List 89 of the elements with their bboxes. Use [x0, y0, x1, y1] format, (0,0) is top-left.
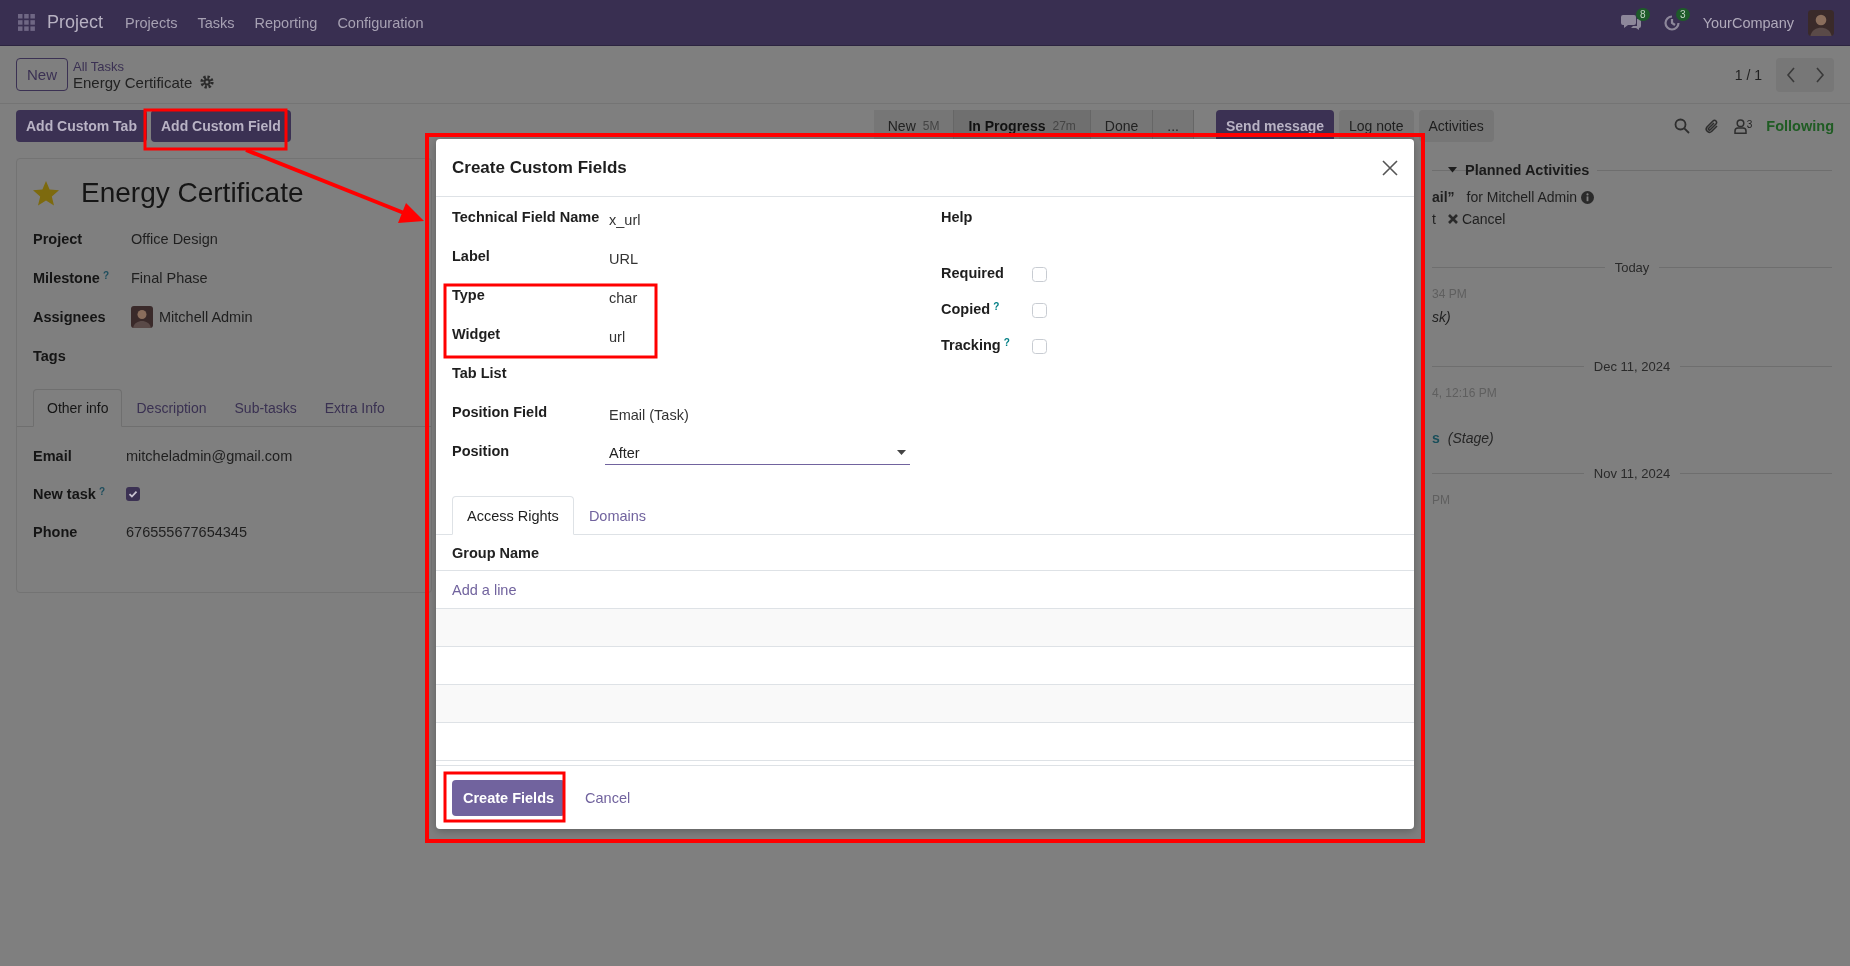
action-button[interactable]: Add Custom Field — [150, 110, 291, 142]
create-button[interactable]: Create Fields — [452, 779, 566, 816]
field-label: Help — [941, 209, 974, 225]
info-icon[interactable] — [1581, 190, 1595, 204]
x-icon — [1447, 214, 1458, 224]
dialog-tab[interactable]: Access Rights — [452, 496, 574, 535]
activity-assignee: for Mitchell Admin — [1466, 189, 1578, 205]
field-label: Label — [452, 248, 491, 264]
field-label: Type — [452, 287, 486, 303]
follower-count: 3 — [1746, 118, 1753, 130]
clock-icon[interactable] — [1662, 13, 1681, 32]
date-separator: Today — [1614, 260, 1650, 275]
checkbox[interactable] — [1032, 303, 1047, 318]
field-value: url — [609, 328, 627, 345]
gear-icon[interactable] — [200, 75, 215, 89]
field-value: mitcheladmin@gmail.com — [126, 448, 294, 464]
avatar-icon — [131, 305, 153, 328]
pager-value: 1 / 1 — [1734, 66, 1762, 83]
field-label: Position — [452, 443, 511, 459]
field-label: Email — [33, 448, 73, 464]
field-name: (Stage) — [1447, 430, 1494, 446]
field-label: Phone — [33, 524, 79, 540]
field-label: Widget — [452, 326, 502, 342]
field-value: 676555677654345 — [126, 524, 248, 540]
field-label: Tags — [33, 347, 67, 364]
count-badge: 3 — [1676, 7, 1690, 21]
search-icon[interactable] — [1673, 118, 1690, 134]
count-badge: 8 — [1636, 8, 1650, 21]
task-title: Energy Certificate — [81, 177, 304, 209]
field-value: Email (Task) — [609, 406, 690, 423]
form-tab[interactable]: Description — [122, 389, 221, 427]
position-select[interactable]: After — [605, 443, 910, 465]
person-icon[interactable] — [1733, 118, 1747, 134]
form-tab[interactable]: Sub-tasks — [220, 389, 311, 427]
field-label: Position Field — [452, 404, 549, 420]
field-label: New task $^{?}$ — [33, 486, 106, 502]
field-value: Final Phase — [131, 269, 209, 286]
menu-item[interactable]: Tasks — [197, 14, 235, 31]
date-separator: Dec 11, 2024 — [1593, 359, 1671, 374]
field-label: Milestone $^{?}$ — [33, 269, 110, 286]
new-button[interactable]: New — [16, 58, 68, 91]
message-text: sk) — [1432, 309, 1452, 325]
field-label: Copied $^{?}$ — [941, 301, 1001, 317]
activity-action[interactable]: t — [1432, 211, 1436, 227]
cancel-button[interactable]: Cancel — [581, 779, 635, 816]
field-label: Required — [941, 265, 1005, 281]
field-value: URL — [609, 250, 639, 267]
chatter-button[interactable]: Activities — [1418, 110, 1494, 142]
dialog-title: Create Custom Fields — [452, 157, 627, 178]
cancel-link[interactable]: Cancel — [1447, 211, 1506, 227]
chevron-left-icon[interactable] — [1785, 66, 1796, 83]
date-separator: Nov 11, 2024 — [1593, 466, 1671, 481]
field-value: Mitchell Admin — [159, 308, 253, 325]
checkbox[interactable] — [1032, 339, 1047, 354]
field-label: Tracking $^{?}$ — [941, 337, 1011, 353]
app-name[interactable]: Project — [47, 12, 104, 33]
apps-menu-icon[interactable] — [18, 14, 35, 31]
paperclip-icon[interactable] — [1703, 117, 1720, 135]
section-title[interactable]: Planned Activities — [1465, 162, 1590, 178]
checkbox[interactable] — [1032, 267, 1047, 282]
company-name[interactable]: YourCompany — [1702, 14, 1794, 31]
chat-icon[interactable] — [1620, 14, 1641, 31]
checkbox[interactable] — [126, 487, 140, 501]
record-name: Energy Certificate — [73, 73, 193, 91]
activity-title: ail” — [1432, 189, 1455, 205]
column-header: Group Name — [452, 544, 539, 561]
close-icon[interactable] — [1382, 159, 1398, 176]
caret-icon — [897, 450, 906, 456]
menu-item[interactable]: Configuration — [337, 14, 424, 31]
menu-item[interactable]: Projects — [125, 14, 178, 31]
field-value: Office Design — [131, 230, 219, 247]
breadcrumb-link[interactable]: All Tasks — [73, 58, 215, 74]
dialog-tab[interactable]: Domains — [573, 496, 662, 535]
form-tab[interactable]: Other info — [33, 389, 123, 427]
menu-item[interactable]: Reporting — [254, 14, 318, 31]
form-tab[interactable]: Extra Info — [310, 389, 399, 427]
field-label: Tab List — [452, 365, 508, 381]
field-label: Technical Field Name — [452, 209, 601, 225]
action-button[interactable]: Add Custom Tab — [16, 110, 147, 142]
field-value: x_url — [609, 211, 642, 228]
user-avatar[interactable] — [1808, 9, 1834, 36]
chevron-right-icon[interactable] — [1814, 66, 1825, 83]
add-line-link[interactable]: Add a line — [452, 581, 517, 598]
field-label: Project — [33, 230, 84, 247]
stage-value: s — [1432, 430, 1440, 446]
star-icon[interactable] — [33, 180, 59, 206]
field-label: Assignees — [33, 308, 107, 325]
caret-icon[interactable] — [1448, 167, 1457, 173]
field-value: char — [609, 289, 639, 306]
